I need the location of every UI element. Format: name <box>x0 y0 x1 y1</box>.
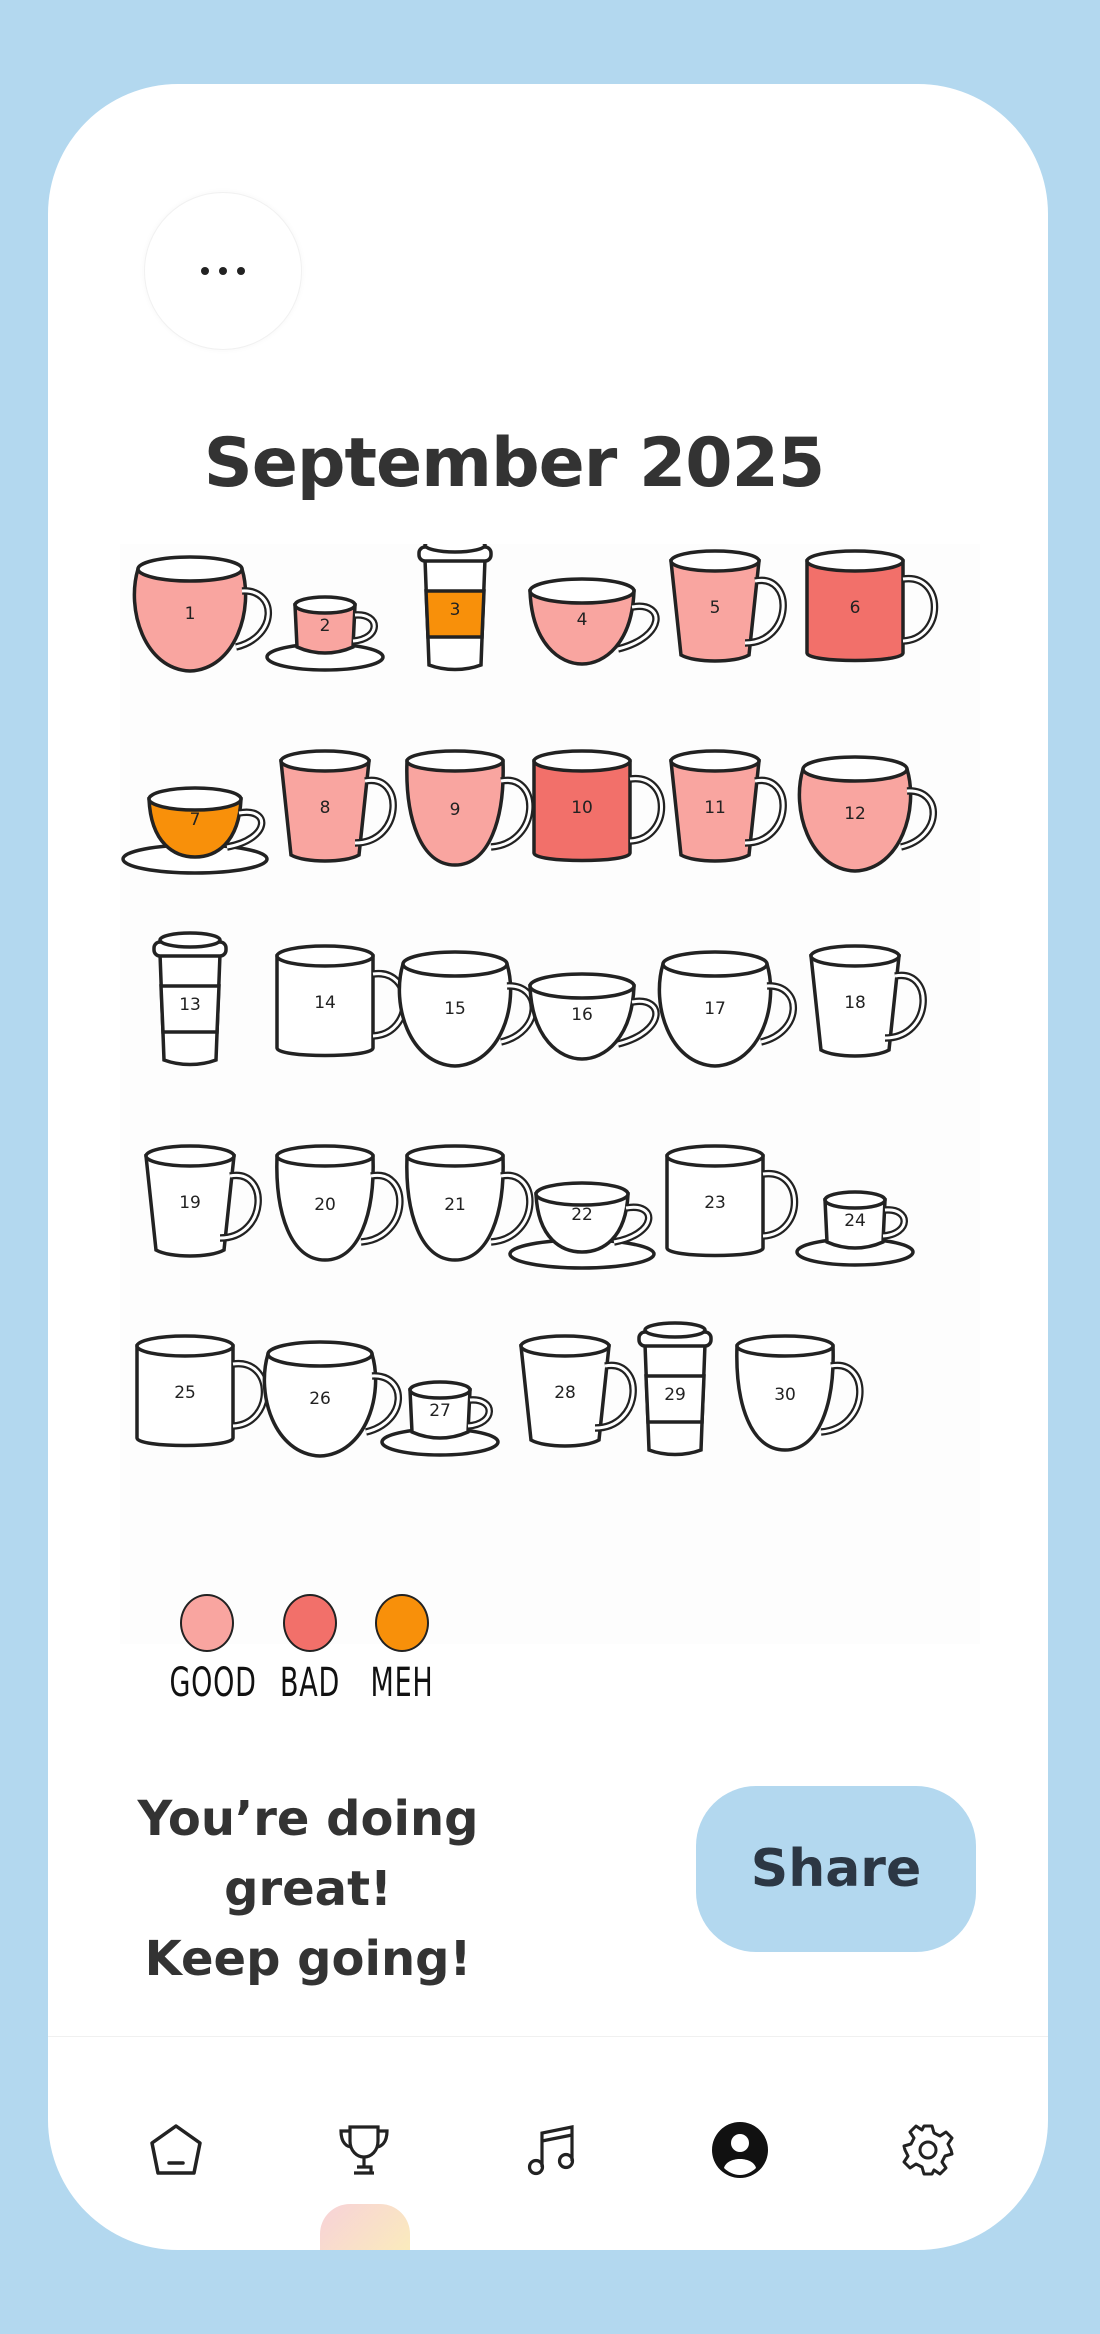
day-number: 4 <box>577 610 588 630</box>
settings-icon <box>902 2124 954 2176</box>
day-number: 15 <box>444 999 466 1019</box>
day-cup-4[interactable]: 4 <box>528 577 660 666</box>
day-number: 12 <box>844 804 866 824</box>
day-number: 27 <box>429 1401 451 1421</box>
nav-settings[interactable] <box>898 2120 958 2180</box>
day-number: 17 <box>704 999 726 1019</box>
day-number: 9 <box>450 800 461 820</box>
legend-item-bad: BAD <box>260 1594 360 1706</box>
day-cup-8[interactable]: 8 <box>279 749 397 863</box>
legend-item-good: GOOD <box>157 1594 257 1706</box>
day-number: 28 <box>554 1383 576 1403</box>
day-number: 5 <box>710 598 721 618</box>
day-number: 6 <box>850 598 861 618</box>
more-options-icon <box>201 267 245 275</box>
nav-home[interactable] <box>146 2120 206 2180</box>
day-cup-18[interactable]: 18 <box>809 944 927 1058</box>
day-cup-29[interactable]: 29 <box>637 1321 713 1457</box>
day-number: 1 <box>185 604 196 624</box>
day-cup-24[interactable]: 24 <box>795 1190 915 1267</box>
mood-calendar: 1 2 3 4 5 6 7 8 9 10 11 12 13 14 15 16 17 18 19 20 21 22 23 24 2… <box>120 536 980 1644</box>
day-number: 16 <box>571 1005 593 1025</box>
app-screen: September 2025 1 2 3 4 5 6 7 8 9 10 11 12 13 14 15 16 17… <box>48 84 1048 2250</box>
legend-label-bad: BAD <box>279 1660 340 1706</box>
day-cup-10[interactable]: 10 <box>532 749 666 863</box>
legend-label-meh: MEH <box>370 1660 434 1706</box>
day-number: 19 <box>179 1193 201 1213</box>
day-cup-28[interactable]: 28 <box>519 1334 637 1448</box>
trophy-icon <box>339 2125 389 2175</box>
legend-swatch-good <box>180 1594 234 1652</box>
day-cup-26[interactable]: 26 <box>262 1340 402 1458</box>
home-icon <box>150 2124 202 2175</box>
day-cup-30[interactable]: 30 <box>735 1334 864 1452</box>
message-line-1: You’re doing great! <box>137 1791 479 1917</box>
day-cup-5[interactable]: 5 <box>669 549 787 663</box>
day-number: 7 <box>190 810 201 830</box>
day-cup-16[interactable]: 16 <box>528 972 660 1061</box>
day-number: 29 <box>664 1385 686 1405</box>
encouragement-message: You’re doing great! Keep going! <box>118 1784 498 1994</box>
day-cup-23[interactable]: 23 <box>665 1144 799 1258</box>
music-icon <box>527 2125 575 2176</box>
day-number: 10 <box>571 798 593 818</box>
day-number: 11 <box>704 798 726 818</box>
day-cup-9[interactable]: 9 <box>405 749 534 867</box>
legend-item-meh: MEH <box>352 1594 452 1706</box>
day-number: 8 <box>320 798 331 818</box>
day-cup-15[interactable]: 15 <box>397 950 537 1068</box>
bottom-navigation <box>48 2036 1048 2250</box>
day-number: 13 <box>179 995 201 1015</box>
day-cup-20[interactable]: 20 <box>275 1144 404 1262</box>
nav-profile[interactable] <box>710 2120 770 2180</box>
day-number: 30 <box>774 1385 796 1405</box>
legend-swatch-meh <box>375 1594 429 1652</box>
profile-icon <box>712 2122 768 2178</box>
nav-music[interactable] <box>522 2120 582 2180</box>
nav-achievements[interactable] <box>334 2120 394 2180</box>
day-cup-3[interactable]: 3 <box>417 536 493 672</box>
day-cup-25[interactable]: 25 <box>135 1334 269 1448</box>
day-number: 22 <box>571 1205 593 1225</box>
day-cup-1[interactable]: 1 <box>132 555 272 673</box>
active-indicator-glow <box>320 2204 410 2250</box>
message-line-2: Keep going! <box>144 1931 472 1987</box>
legend-swatch-bad <box>283 1594 337 1652</box>
day-cup-21[interactable]: 21 <box>405 1144 534 1262</box>
day-number: 26 <box>309 1389 331 1409</box>
page-title: September 2025 <box>203 424 826 503</box>
day-cup-13[interactable]: 13 <box>152 931 228 1067</box>
day-cup-17[interactable]: 17 <box>657 950 797 1068</box>
day-number: 2 <box>320 616 331 636</box>
day-number: 14 <box>314 993 336 1013</box>
day-number: 3 <box>450 600 461 620</box>
day-cup-12[interactable]: 12 <box>797 755 937 873</box>
day-cup-14[interactable]: 14 <box>275 944 409 1058</box>
mood-calendar-grid: 123 45 678 9 10 11 1213 14 15 16 17 1819 20 21 2223242… <box>121 536 939 1458</box>
day-cup-2[interactable]: 2 <box>265 595 385 672</box>
day-number: 23 <box>704 1193 726 1213</box>
legend-label-good: GOOD <box>169 1660 257 1706</box>
day-number: 25 <box>174 1383 196 1403</box>
day-cup-19[interactable]: 19 <box>144 1144 262 1258</box>
day-cup-6[interactable]: 6 <box>805 549 939 663</box>
mood-legend: GOOD BAD MEH <box>164 1594 464 1724</box>
day-cup-7[interactable]: 7 <box>121 786 269 875</box>
more-options-button[interactable] <box>144 192 302 350</box>
day-number: 20 <box>314 1195 336 1215</box>
day-number: 18 <box>844 993 866 1013</box>
day-number: 24 <box>844 1211 866 1231</box>
day-cup-11[interactable]: 11 <box>669 749 787 863</box>
share-button[interactable]: Share <box>696 1786 976 1952</box>
day-number: 21 <box>444 1195 466 1215</box>
